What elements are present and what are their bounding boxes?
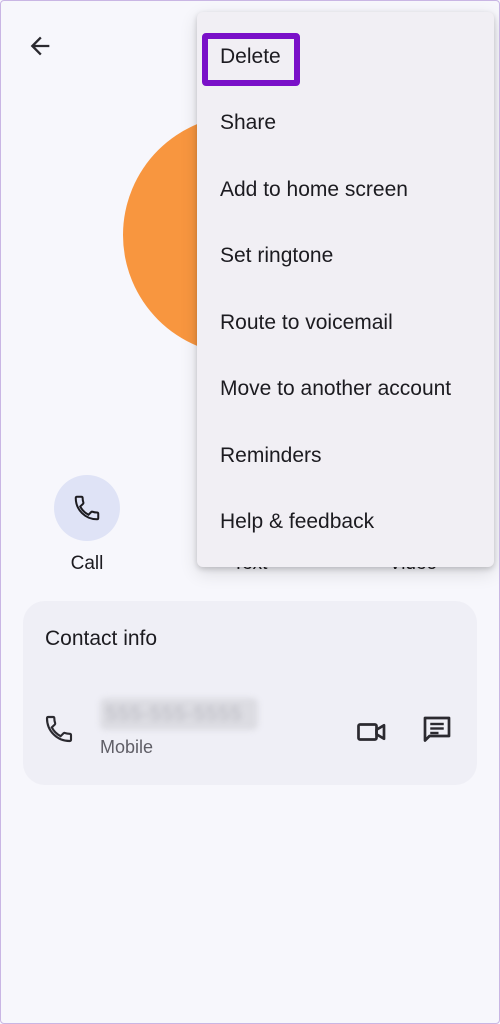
menu-item-label: Reminders — [220, 444, 322, 467]
menu-item-move-to-another-account[interactable]: Move to another account — [197, 356, 494, 422]
contact-info-title: Contact info — [45, 627, 158, 650]
arrow-back-icon — [30, 36, 50, 56]
phone-number[interactable]: 555-555-5555 — [100, 698, 258, 730]
menu-item-route-to-voicemail[interactable]: Route to voicemail — [197, 290, 494, 356]
call-action[interactable]: Call — [37, 475, 137, 575]
phone-icon — [45, 715, 73, 743]
phone-icon — [74, 495, 100, 521]
menu-item-label: Set ringtone — [220, 244, 334, 267]
back-button[interactable] — [22, 28, 58, 64]
menu-item-reminders[interactable]: Reminders — [197, 423, 494, 489]
menu-item-label: Move to another account — [220, 377, 452, 400]
phone-type: Mobile — [100, 737, 154, 757]
call-label: Call — [70, 553, 104, 574]
menu-item-add-to-home-screen[interactable]: Add to home screen — [197, 157, 494, 223]
menu-item-label: Help & feedback — [220, 510, 375, 533]
video-call-icon[interactable] — [354, 714, 390, 750]
menu-item-label: Share — [220, 111, 277, 134]
menu-item-set-ringtone[interactable]: Set ringtone — [197, 223, 494, 289]
overflow-menu: Delete Share Add to home screen Set ring… — [197, 12, 494, 567]
menu-item-help-feedback[interactable]: Help & feedback — [197, 489, 494, 555]
contact-info-card: Contact info 555-555-5555 Mobile — [23, 601, 477, 785]
menu-item-label: Add to home screen — [220, 178, 408, 201]
menu-item-label: Route to voicemail — [220, 311, 393, 334]
message-icon[interactable] — [419, 712, 455, 748]
call-button[interactable] — [54, 475, 120, 541]
menu-item-share[interactable]: Share — [197, 90, 494, 156]
delete-highlight-box — [202, 33, 300, 86]
